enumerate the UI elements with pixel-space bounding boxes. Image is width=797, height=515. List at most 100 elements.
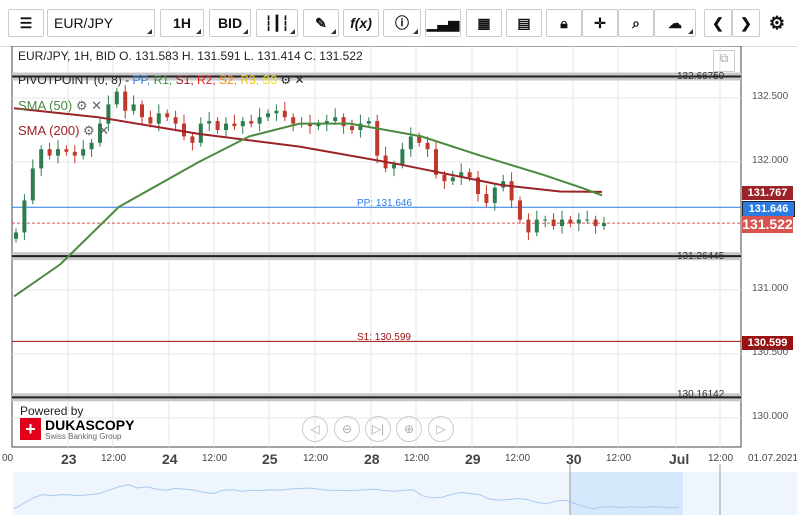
zoom-button[interactable]: ⌕ — [618, 9, 654, 37]
candle-body — [182, 123, 186, 137]
x-tick-label: 30 — [566, 451, 582, 467]
prev-button[interactable]: ❮ — [704, 9, 732, 37]
candle-body — [425, 142, 430, 150]
candle-body — [215, 121, 220, 130]
candle-body — [22, 200, 27, 233]
candle-body — [106, 104, 111, 124]
candle-body — [593, 219, 598, 226]
y-tick-label: 132.500 — [752, 91, 789, 102]
crosshair-button[interactable]: ✛ — [582, 9, 618, 37]
gear-icon: ⚙ — [768, 12, 786, 33]
calendar-button[interactable]: ▦ — [466, 9, 502, 37]
sma200-price-tag: 131.767 — [742, 186, 793, 200]
lock-button[interactable]: 🔒︎ — [546, 9, 582, 37]
upload-button[interactable]: ☁ — [654, 9, 696, 37]
pivot-label: PIVOTPOINT (0, 8) — [18, 73, 122, 87]
function-icon: f(x) — [350, 15, 372, 31]
sma50-settings-icon[interactable]: ⚙ — [76, 98, 88, 113]
info-icon: ⓘ — [395, 15, 409, 31]
plot-area — [11, 46, 742, 448]
x-tick-label: 01.07.2021 — [748, 453, 797, 464]
crosshair-icon: ✛ — [594, 14, 606, 31]
candle-body — [123, 91, 128, 111]
brand-sub: Swiss Banking Group — [45, 432, 122, 441]
candle-body — [249, 121, 254, 124]
level-bottom-label: 130.16142 — [677, 389, 725, 400]
candle-body — [274, 110, 279, 114]
candle-body — [148, 117, 153, 124]
scroll-left-button[interactable]: ◁ — [302, 416, 328, 442]
candle-body — [375, 121, 380, 156]
sma200-settings-icon[interactable]: ⚙ — [83, 123, 95, 138]
candle-body — [47, 149, 52, 156]
candle-body — [173, 117, 178, 124]
candle-body — [442, 174, 447, 182]
instrument-select[interactable]: EUR/JPY — [47, 9, 155, 37]
candle-body — [64, 149, 69, 152]
candle-body — [89, 142, 94, 150]
candle-body — [232, 123, 237, 127]
sma50-close-icon[interactable]: ✕ — [91, 98, 102, 113]
draw-button[interactable]: ✎ — [303, 9, 339, 37]
candle-body — [400, 149, 405, 165]
draw-icon: ✎ — [315, 14, 327, 31]
candle-body — [333, 117, 338, 122]
timeframe-select[interactable]: 1H — [160, 9, 204, 37]
candle-body — [576, 219, 581, 224]
candle-body — [140, 104, 144, 118]
pivot-item-4: S2, — [219, 73, 241, 87]
pivot-item-2: S1, — [175, 73, 197, 87]
x-tick-label: 29 — [465, 451, 481, 467]
candle-body — [526, 219, 531, 233]
x-tick-label: 12:00 — [404, 453, 430, 464]
price-chart[interactable] — [0, 46, 797, 515]
sma200-close-icon[interactable]: ✕ — [98, 123, 109, 138]
candle-body — [14, 232, 18, 239]
bar-chart-button[interactable]: ▁▃▅ — [425, 9, 461, 37]
settings-button[interactable]: ⚙ — [763, 9, 791, 37]
candle-body — [408, 136, 413, 150]
y-tick-label: 130.500 — [752, 347, 789, 358]
instrument-value: EUR/JPY — [54, 15, 114, 31]
scroll-right-button[interactable]: ▷ — [428, 416, 454, 442]
x-tick-label: 12:00 — [505, 453, 531, 464]
side-value: BID — [217, 15, 243, 31]
side-select[interactable]: BID — [209, 9, 251, 37]
x-tick-label: 12:00 — [202, 453, 228, 464]
x-tick-label: 00 — [2, 453, 14, 464]
pivot-item-3: R2, — [197, 73, 220, 87]
scroll-end-button[interactable]: ▷| — [365, 416, 391, 442]
candle-body — [560, 219, 564, 226]
next-button[interactable]: ❯ — [732, 9, 760, 37]
sma50-label: SMA (50) — [18, 98, 73, 113]
sma50-legend: SMA (50) ⚙ ✕ — [18, 98, 102, 114]
candle-type-button[interactable]: ┆┃┆ — [256, 9, 298, 37]
candle-body — [240, 121, 245, 127]
candle-body — [534, 219, 539, 233]
lock-icon: 🔒︎ — [560, 14, 568, 31]
x-tick-label: 12:00 — [606, 453, 632, 464]
x-tick-label: 12:00 — [708, 453, 734, 464]
zoom-out-button[interactable]: ⊖ — [334, 416, 360, 442]
popout-icon[interactable]: ⧉ — [713, 50, 735, 72]
chevron-left-icon: ❮ — [712, 14, 724, 31]
s1-label: S1: 130.599 — [357, 332, 411, 343]
pp-price-tag: 131.646 — [742, 201, 795, 217]
pivot-item-1: R1, — [153, 73, 176, 87]
function-button[interactable]: f(x) — [343, 9, 379, 37]
calculator-button[interactable]: ▤ — [506, 9, 542, 37]
ohlc-summary: EUR/JPY, 1H, BID O. 131.583 H. 131.591 L… — [18, 49, 363, 63]
menu-button[interactable]: ☰ — [8, 9, 44, 37]
timeframe-value: 1H — [173, 15, 191, 31]
y-tick-label: 132.000 — [752, 155, 789, 166]
pivot-settings-icon[interactable]: ⚙ — [280, 73, 291, 87]
candle-body — [131, 104, 136, 111]
candle-body — [156, 113, 161, 124]
zoom-in-button[interactable]: ⊕ — [396, 416, 422, 442]
pivot-close-icon[interactable]: ✕ — [295, 73, 305, 87]
sma200-label: SMA (200) — [18, 123, 80, 138]
info-button[interactable]: ⓘ — [383, 9, 421, 37]
zoom-out-icon: ⊖ — [341, 422, 353, 436]
x-tick-label: 12:00 — [101, 453, 127, 464]
chevron-right-icon: ❯ — [740, 14, 752, 31]
